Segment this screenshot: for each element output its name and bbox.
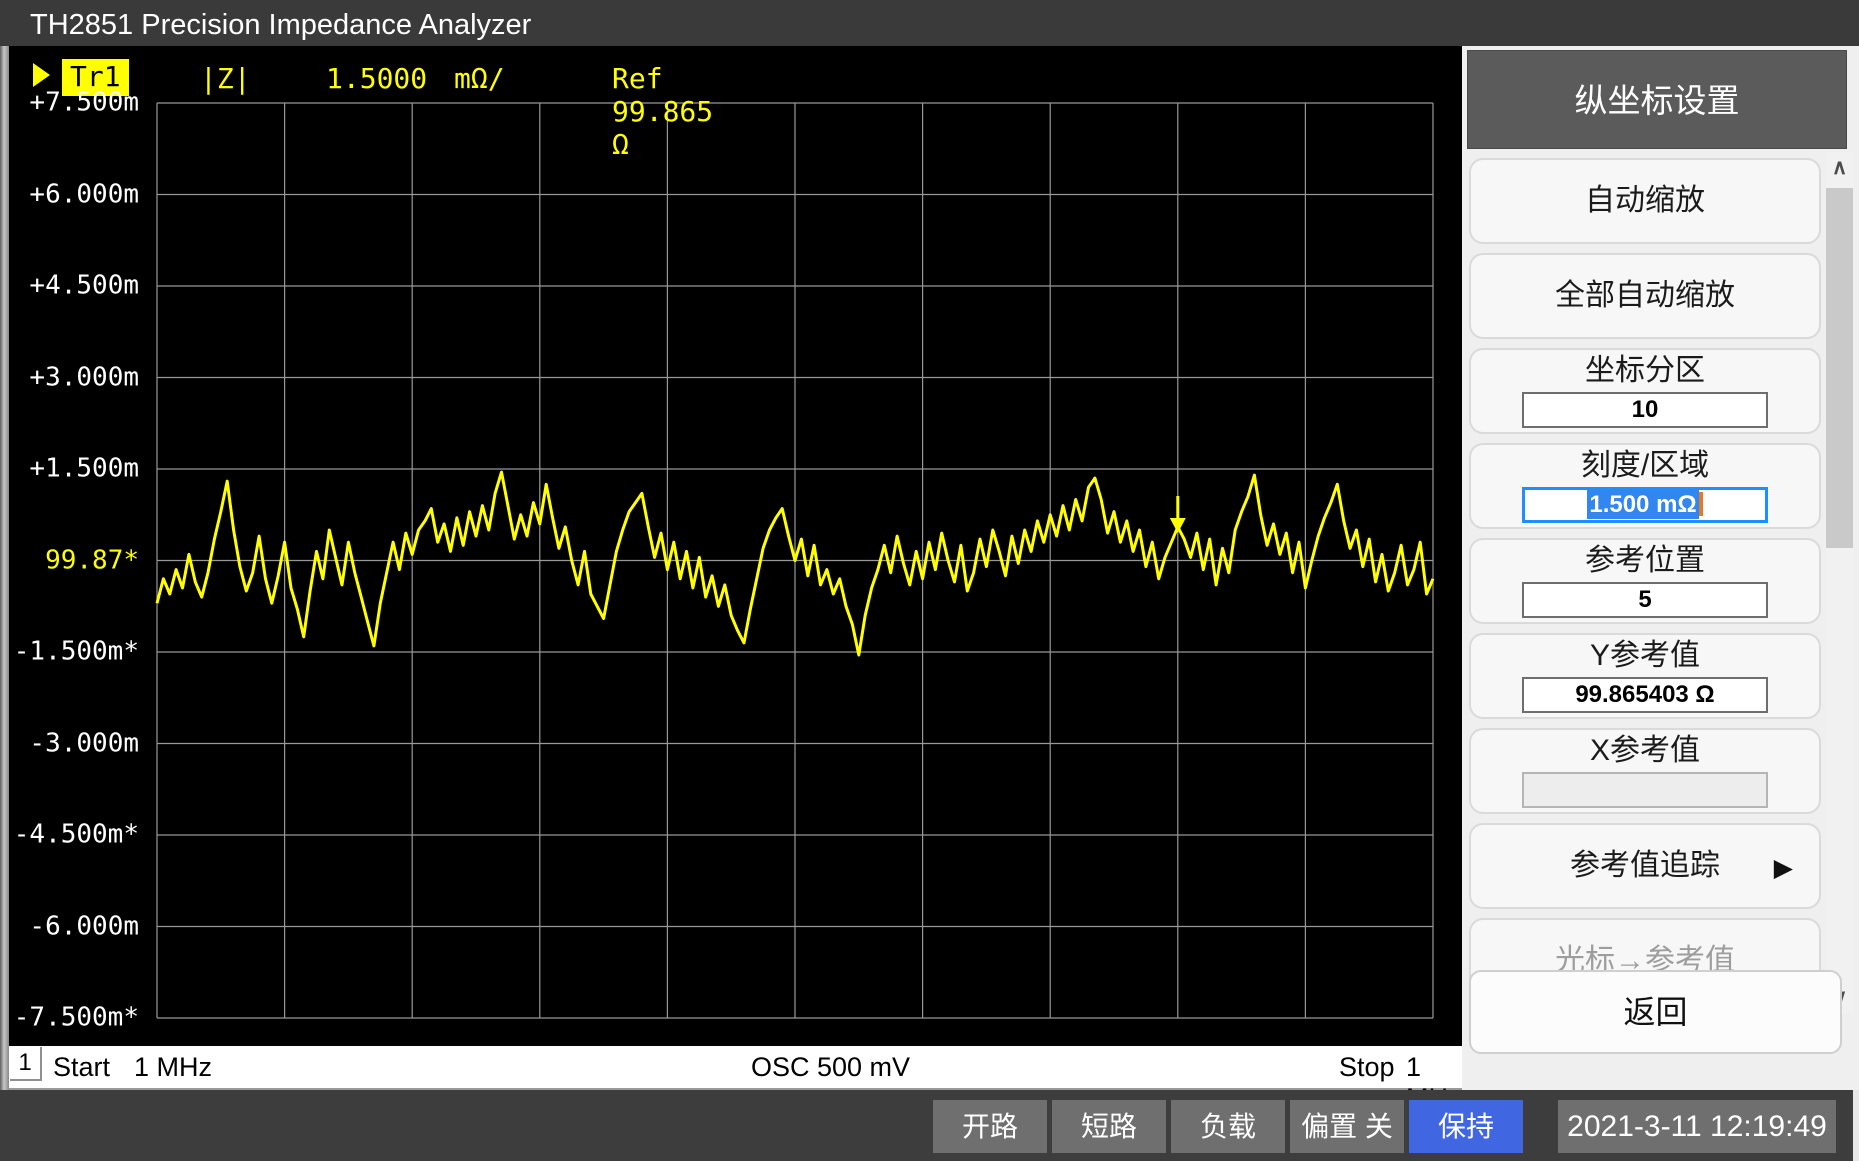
auto-scale-all-button[interactable]: 全部自动缩放 bbox=[1469, 253, 1821, 339]
scroll-up-icon[interactable]: ∧ bbox=[1826, 152, 1853, 184]
plot-region: Tr1 |Z| 1.5000 mΩ/ Ref 99.865 Ω +7.500m+… bbox=[9, 46, 1462, 1046]
chart bbox=[9, 46, 1462, 1046]
open-correction-button[interactable]: 开路 bbox=[933, 1100, 1047, 1153]
y-axis-tick-label: -1.500m* bbox=[14, 636, 139, 666]
x-ref-value-button[interactable]: X参考值 bbox=[1469, 728, 1821, 814]
start-frequency-value: 1 MHz bbox=[134, 1052, 212, 1083]
marker-down-icon[interactable] bbox=[1170, 496, 1186, 533]
ref-position-input[interactable]: 5 bbox=[1522, 582, 1768, 618]
scale-unit: mΩ/ bbox=[454, 62, 505, 95]
measurement-parameter: |Z| bbox=[200, 62, 251, 95]
stop-frequency-label: Stop bbox=[1339, 1052, 1395, 1083]
scale-per-div-input[interactable]: 1.500 mΩ bbox=[1522, 487, 1768, 523]
scale-per-div-button[interactable]: 刻度/区域 1.500 mΩ bbox=[1469, 443, 1821, 529]
back-button[interactable]: 返回 bbox=[1469, 970, 1842, 1054]
datetime-display: 2021-3-11 12:19:49 bbox=[1558, 1100, 1836, 1153]
y-axis-tick-label: +7.500m bbox=[29, 87, 139, 117]
x-axis-bar: 1 Start 1 MHz OSC 500 mV Stop 1 MHz bbox=[9, 1046, 1462, 1090]
hold-button[interactable]: 保持 bbox=[1409, 1100, 1523, 1153]
sidebar: 纵坐标设置 自动缩放 全部自动缩放 坐标分区 10 刻度/区域 1.500 mΩ… bbox=[1462, 46, 1859, 1090]
channel-number-box: 1 bbox=[10, 1047, 42, 1081]
load-correction-button[interactable]: 负载 bbox=[1171, 1100, 1285, 1153]
x-ref-value-input[interactable] bbox=[1522, 772, 1768, 808]
start-frequency-label: Start bbox=[53, 1052, 110, 1083]
y-ref-value-button[interactable]: Y参考值 99.865403 Ω bbox=[1469, 633, 1821, 719]
submenu-arrow-icon: ▶ bbox=[1774, 853, 1793, 883]
sidebar-title: 纵坐标设置 bbox=[1467, 50, 1847, 149]
y-axis-tick-label: -3.000m bbox=[29, 728, 139, 758]
y-axis-tick-label: -7.500m* bbox=[14, 1002, 139, 1032]
window-title: TH2851 Precision Impedance Analyzer bbox=[30, 9, 531, 41]
title-bar: TH2851 Precision Impedance Analyzer bbox=[0, 0, 1859, 46]
app-window: TH2851 Precision Impedance Analyzer Tr1 … bbox=[0, 0, 1859, 1161]
divisions-button[interactable]: 坐标分区 10 bbox=[1469, 348, 1821, 434]
y-axis-tick-label: +6.000m bbox=[29, 179, 139, 209]
ref-tracking-button[interactable]: 参考值追踪 ▶ bbox=[1469, 823, 1821, 909]
ref-position-button[interactable]: 参考位置 5 bbox=[1469, 538, 1821, 624]
sidebar-scrollbar[interactable]: ∧ ∨ bbox=[1826, 152, 1853, 1014]
bias-toggle-button[interactable]: 偏置 关 bbox=[1290, 1100, 1404, 1153]
reference-value: Ref 99.865 Ω bbox=[612, 62, 713, 161]
text-caret bbox=[1699, 492, 1703, 516]
y-axis-tick-label: +1.500m bbox=[29, 453, 139, 483]
screen-right-edge bbox=[1853, 1090, 1859, 1161]
auto-scale-button[interactable]: 自动缩放 bbox=[1469, 158, 1821, 244]
y-axis-labels: +7.500m +6.000m +4.500m +3.000m +1.500m 99.87… bbox=[9, 46, 141, 1046]
window-left-bevel bbox=[0, 46, 9, 1161]
y-ref-value-input[interactable]: 99.865403 Ω bbox=[1522, 677, 1768, 713]
divisions-input[interactable]: 10 bbox=[1522, 392, 1768, 428]
scale-per-div-value: 1.5000 bbox=[326, 62, 427, 95]
short-correction-button[interactable]: 短路 bbox=[1052, 1100, 1166, 1153]
y-axis-tick-label: 99.87* bbox=[45, 545, 139, 575]
scroll-thumb[interactable] bbox=[1826, 188, 1853, 548]
y-axis-tick-label: -6.000m bbox=[29, 911, 139, 941]
y-axis-tick-label: +3.000m bbox=[29, 362, 139, 392]
y-axis-tick-label: +4.500m bbox=[29, 270, 139, 300]
y-axis-tick-label: -4.500m* bbox=[14, 819, 139, 849]
status-bar: 开路 短路 负载 偏置 关 保持 2021-3-11 12:19:49 bbox=[0, 1090, 1859, 1161]
osc-level: OSC 500 mV bbox=[751, 1052, 910, 1083]
